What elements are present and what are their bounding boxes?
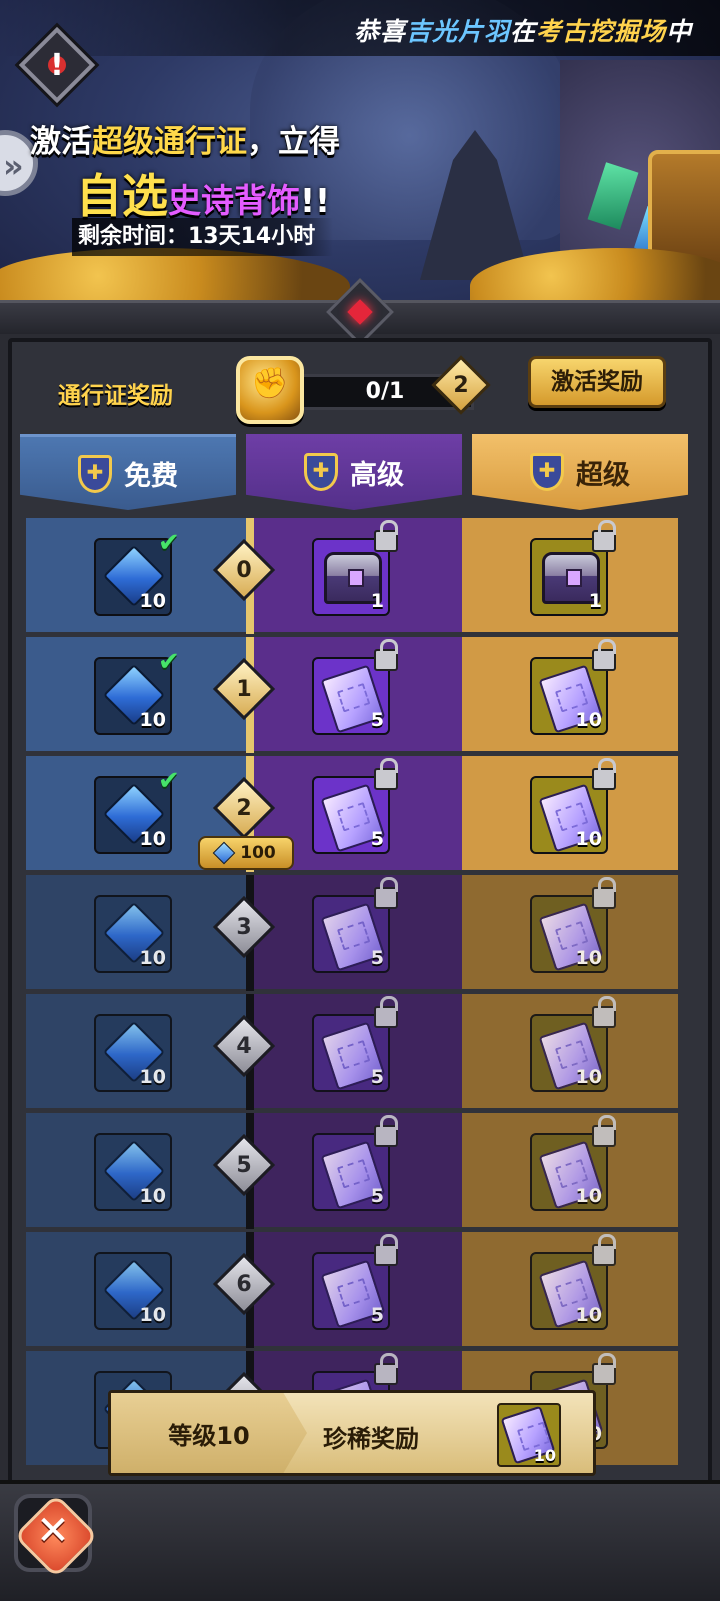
- free-reward-slot[interactable]: 10: [94, 1133, 172, 1211]
- advanced-reward-slot[interactable]: 5: [312, 639, 398, 735]
- lock-icon: [592, 1353, 616, 1385]
- reward-row-2: ✔ 10 5 10 2: [26, 756, 678, 872]
- advanced-reward-slot[interactable]: 5: [312, 1234, 398, 1330]
- lock-icon: [374, 639, 398, 671]
- diamond-icon: [212, 841, 236, 865]
- pass-reward-label: 通行证奖励: [58, 383, 173, 409]
- activate-reward-button[interactable]: 激活奖励: [528, 356, 666, 408]
- super-reward-slot[interactable]: 10: [530, 639, 616, 735]
- super-reward-slot[interactable]: 10: [530, 758, 616, 854]
- lock-icon: [374, 520, 398, 552]
- promo-headline: 激活超级通行证，立得: [30, 124, 340, 160]
- marquee-player-name: 吉光片羽: [406, 17, 511, 46]
- reward-list[interactable]: ✔10 1 1 0 ✔10 5 10 1 ✔10 5 10 2 10 5: [26, 518, 678, 1482]
- advanced-reward-slot[interactable]: 5: [312, 1115, 398, 1211]
- super-reward-slot[interactable]: 10: [530, 996, 616, 1092]
- marquee-text: 中: [666, 17, 693, 46]
- super-reward-slot[interactable]: 10: [530, 1115, 616, 1211]
- lock-icon: [592, 877, 616, 909]
- pass-level-medal-icon: [236, 356, 304, 424]
- marquee-text: 在: [510, 17, 537, 46]
- milestone-level: 等级10: [111, 1393, 307, 1473]
- shield-icon: [304, 453, 338, 491]
- milestone-preview[interactable]: 等级10 珍稀奖励 10: [108, 1390, 596, 1476]
- announcement-marquee: 恭喜吉光片羽在考古挖掘场中: [0, 0, 720, 56]
- shield-icon: [78, 454, 112, 493]
- lock-icon: [592, 1115, 616, 1147]
- epic-back-accessory-highlight: 史诗背饰: [168, 181, 300, 220]
- promo-subheadline: 自选史诗背饰!!: [76, 169, 331, 223]
- reward-row-5: 10 5 10 5: [26, 1113, 678, 1229]
- milestone-label: 珍稀奖励: [323, 1425, 419, 1453]
- lock-icon: [374, 1115, 398, 1147]
- super-pass-highlight: 超级通行证: [92, 124, 247, 160]
- battle-pass-screen: 恭喜吉光片羽在考古挖掘场中 ! » 激活超级通行证，立得 自选史诗背饰!! 剩余…: [0, 0, 720, 1601]
- lock-icon: [592, 1234, 616, 1266]
- checkmark-icon: ✔: [158, 647, 180, 677]
- super-reward-slot[interactable]: 10: [530, 1234, 616, 1330]
- checkmark-icon: ✔: [158, 766, 180, 796]
- tab-free[interactable]: 免费: [20, 434, 236, 510]
- reward-row-3: 10 5 10 3: [26, 875, 678, 991]
- lock-icon: [374, 877, 398, 909]
- free-reward-slot[interactable]: ✔ 10: [94, 766, 180, 854]
- shield-icon: [530, 453, 564, 491]
- reward-row-6: 10 5 10 6: [26, 1232, 678, 1348]
- advanced-reward-slot[interactable]: 5: [312, 877, 398, 973]
- lock-icon: [374, 996, 398, 1028]
- tab-super[interactable]: 超级: [472, 434, 688, 510]
- free-reward-slot[interactable]: 10: [94, 895, 172, 973]
- lock-icon: [374, 758, 398, 790]
- remaining-time: 剩余时间：13天14小时: [72, 218, 334, 256]
- free-reward-slot[interactable]: 10: [94, 1252, 172, 1330]
- lock-icon: [592, 996, 616, 1028]
- marquee-location: 考古挖掘场: [536, 17, 667, 46]
- lock-icon: [592, 758, 616, 790]
- free-reward-slot[interactable]: 10: [94, 1014, 172, 1092]
- buy-level-button[interactable]: 100: [198, 836, 294, 870]
- chevron-right-icon: »: [3, 147, 24, 185]
- close-button[interactable]: ✕: [14, 1494, 92, 1572]
- reward-row-4: 10 5 10 4: [26, 994, 678, 1110]
- reward-row-1: ✔ 10 5 10 1: [26, 637, 678, 753]
- exclamation-icon: !: [34, 42, 80, 88]
- lock-icon: [592, 639, 616, 671]
- lock-icon: [374, 1353, 398, 1385]
- advanced-reward-slot[interactable]: 5: [312, 758, 398, 854]
- lock-icon: [592, 520, 616, 552]
- close-icon: ✕: [36, 1508, 70, 1554]
- free-reward-slot[interactable]: ✔ 10: [94, 528, 180, 616]
- super-reward-slot[interactable]: 10: [530, 877, 616, 973]
- reward-row-0: ✔ 10 1 1 0: [26, 518, 678, 634]
- advanced-reward-slot[interactable]: 1: [312, 520, 398, 616]
- milestone-reward-slot[interactable]: 10: [497, 1403, 561, 1467]
- super-reward-slot[interactable]: 1: [530, 520, 616, 616]
- free-reward-slot[interactable]: ✔ 10: [94, 647, 180, 735]
- lock-icon: [374, 1234, 398, 1266]
- advanced-reward-slot[interactable]: 5: [312, 996, 398, 1092]
- marquee-text: 恭喜: [354, 17, 407, 46]
- checkmark-icon: ✔: [158, 528, 180, 558]
- tab-advanced[interactable]: 高级: [246, 434, 462, 510]
- bottom-bar: [0, 1480, 720, 1601]
